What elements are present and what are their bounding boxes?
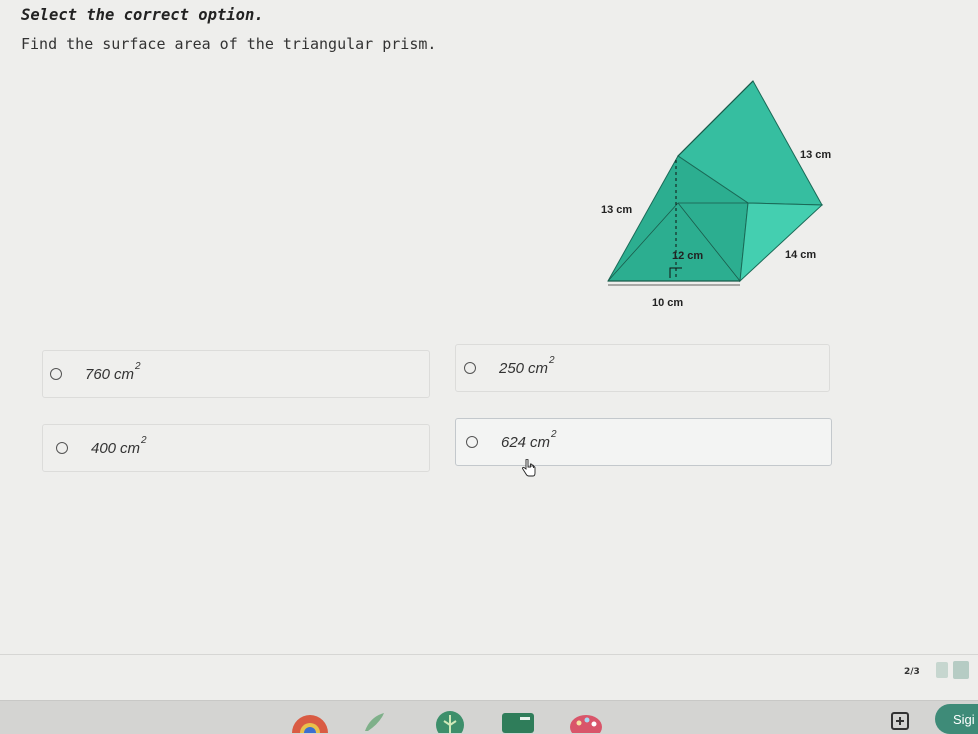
option-exponent: 2 bbox=[135, 360, 141, 372]
option-250[interactable]: 250 cm 2 bbox=[455, 344, 830, 392]
option-unit: cm bbox=[114, 365, 135, 383]
radio-button[interactable] bbox=[50, 368, 62, 380]
sign-in-label: Sigi bbox=[953, 711, 975, 727]
option-value: 400 bbox=[91, 439, 117, 457]
instruction-text: Select the correct option. bbox=[21, 6, 264, 24]
label-base: 10 cm bbox=[652, 297, 683, 309]
classroom-app-icon[interactable] bbox=[500, 709, 536, 733]
radio-button[interactable] bbox=[56, 442, 68, 454]
option-400[interactable]: 400 cm 2 bbox=[42, 424, 430, 472]
label-slant-left: 13 cm bbox=[601, 204, 632, 216]
plant-app-icon[interactable] bbox=[432, 709, 468, 733]
drawing-app-icon[interactable] bbox=[362, 709, 388, 733]
option-value: 760 bbox=[85, 365, 111, 383]
radio-button[interactable] bbox=[466, 436, 478, 448]
footer-divider bbox=[0, 654, 978, 655]
option-exponent: 2 bbox=[551, 428, 557, 440]
label-height: 12 cm bbox=[672, 250, 703, 262]
option-value: 250 bbox=[499, 359, 525, 377]
hand-pointer-cursor-icon bbox=[522, 459, 536, 477]
option-exponent: 2 bbox=[549, 354, 555, 366]
option-value: 624 bbox=[501, 433, 527, 451]
progress-indicator: 2/3 bbox=[904, 667, 920, 677]
prism-right-face bbox=[739, 202, 824, 283]
add-screen-icon[interactable] bbox=[890, 711, 910, 731]
chrome-icon[interactable] bbox=[290, 709, 330, 733]
taskbar bbox=[0, 700, 978, 734]
option-exponent: 2 bbox=[141, 434, 147, 446]
label-slant-top: 13 cm bbox=[800, 149, 831, 161]
option-unit: cm bbox=[528, 359, 549, 377]
option-unit: cm bbox=[120, 439, 141, 457]
progress-box-1 bbox=[936, 662, 948, 678]
option-624[interactable]: 624 cm 2 bbox=[455, 418, 832, 466]
palette-app-icon[interactable] bbox=[566, 709, 606, 733]
progress-box-2 bbox=[953, 661, 969, 679]
option-unit: cm bbox=[530, 433, 551, 451]
sign-in-button[interactable]: Sigi bbox=[935, 704, 978, 734]
radio-button[interactable] bbox=[464, 362, 476, 374]
question-text: Find the surface area of the triangular … bbox=[21, 35, 437, 53]
triangular-prism-figure: 13 cm 13 cm 12 cm 14 cm 10 cm bbox=[601, 80, 831, 309]
label-length: 14 cm bbox=[785, 249, 816, 261]
option-760[interactable]: 760 cm 2 bbox=[42, 350, 430, 398]
